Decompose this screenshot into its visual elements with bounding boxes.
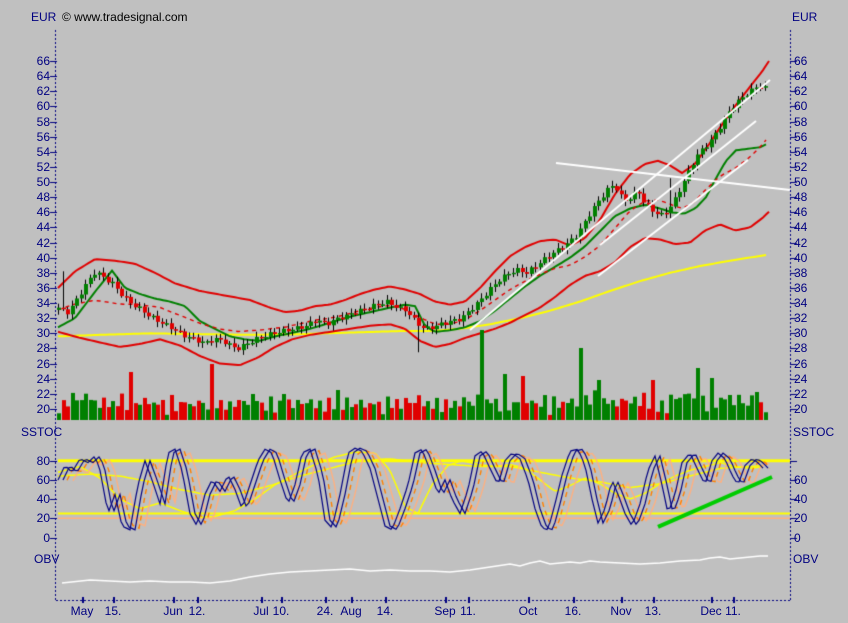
sstoc-tick-label-left: 40 <box>20 493 50 505</box>
price-tick-label-right: 44 <box>794 221 807 233</box>
price-tick-label-left: 60 <box>20 100 50 112</box>
price-tick-label-right: 46 <box>794 206 807 218</box>
price-tick-label-left: 32 <box>20 312 50 324</box>
price-tick-label-left: 44 <box>20 221 50 233</box>
date-tick-label: Sep <box>434 605 455 617</box>
sstoc-panel-label-left: SSTOC <box>21 426 62 438</box>
obv-panel-label-right: OBV <box>793 553 818 565</box>
price-tick-label-right: 24 <box>794 373 807 385</box>
price-tick-label-right: 54 <box>794 146 807 158</box>
price-tick-label-left: 30 <box>20 327 50 339</box>
price-tick-label-left: 42 <box>20 237 50 249</box>
price-tick-label-left: 46 <box>20 206 50 218</box>
currency-label-left: EUR <box>31 11 56 23</box>
date-tick-label: 10. <box>273 605 290 617</box>
price-tick-label-right: 26 <box>794 358 807 370</box>
date-tick-label: 13. <box>645 605 662 617</box>
date-tick-label: 11. <box>725 605 741 617</box>
date-tick-label: Jun <box>163 605 182 617</box>
date-tick-label: Nov <box>610 605 631 617</box>
price-tick-label-right: 48 <box>794 191 807 203</box>
price-tick-label-right: 40 <box>794 252 807 264</box>
date-tick-label: Jul <box>253 605 268 617</box>
sstoc-tick-label-left: 80 <box>20 455 50 467</box>
price-tick-label-right: 56 <box>794 131 807 143</box>
price-tick-label-right: 22 <box>794 388 807 400</box>
sstoc-tick-label-left: 60 <box>20 474 50 486</box>
date-tick-label: Aug <box>340 605 361 617</box>
date-tick-label: 12. <box>189 605 206 617</box>
price-tick-label-left: 64 <box>20 70 50 82</box>
price-tick-label-right: 52 <box>794 161 807 173</box>
price-tick-label-left: 28 <box>20 342 50 354</box>
price-tick-label-left: 20 <box>20 403 50 415</box>
sstoc-tick-label-right: 60 <box>794 474 807 486</box>
obv-panel-label-left: OBV <box>34 553 59 565</box>
sstoc-tick-label-right: 20 <box>794 512 807 524</box>
price-tick-label-left: 24 <box>20 373 50 385</box>
price-tick-label-right: 20 <box>794 403 807 415</box>
price-tick-label-right: 50 <box>794 176 807 188</box>
date-tick-label: 15. <box>105 605 122 617</box>
sstoc-panel-label-right: SSTOC <box>793 426 834 438</box>
trading-chart-window: EUR © www.tradesignal.com EUR SSTOC SSTO… <box>0 0 848 623</box>
sstoc-tick-label-right: 40 <box>794 493 807 505</box>
price-tick-label-right: 64 <box>794 70 807 82</box>
price-tick-label-left: 48 <box>20 191 50 203</box>
price-tick-label-right: 58 <box>794 116 807 128</box>
sstoc-tick-label-left: 0 <box>20 532 50 544</box>
price-tick-label-right: 60 <box>794 100 807 112</box>
price-tick-label-left: 66 <box>20 55 50 67</box>
price-tick-label-right: 28 <box>794 342 807 354</box>
price-tick-label-left: 26 <box>20 358 50 370</box>
price-tick-label-right: 34 <box>794 297 807 309</box>
date-tick-label: Oct <box>519 605 538 617</box>
sstoc-tick-label-left: 20 <box>20 512 50 524</box>
date-tick-label: 14. <box>377 605 394 617</box>
price-tick-label-right: 66 <box>794 55 807 67</box>
price-tick-label-left: 50 <box>20 176 50 188</box>
price-tick-label-left: 62 <box>20 85 50 97</box>
price-tick-label-left: 40 <box>20 252 50 264</box>
copyright-label: © www.tradesignal.com <box>62 11 188 23</box>
sstoc-tick-label-right: 0 <box>794 532 801 544</box>
price-tick-label-right: 36 <box>794 282 807 294</box>
date-tick-label: 16. <box>565 605 582 617</box>
price-tick-label-left: 58 <box>20 116 50 128</box>
price-tick-label-right: 38 <box>794 267 807 279</box>
date-tick-label: May <box>71 605 94 617</box>
currency-label-right: EUR <box>792 11 817 23</box>
price-tick-label-right: 30 <box>794 327 807 339</box>
chart-canvas <box>0 0 848 623</box>
price-tick-label-right: 32 <box>794 312 807 324</box>
price-tick-label-right: 62 <box>794 85 807 97</box>
price-tick-label-right: 42 <box>794 237 807 249</box>
price-tick-label-left: 34 <box>20 297 50 309</box>
price-tick-label-left: 22 <box>20 388 50 400</box>
price-tick-label-left: 36 <box>20 282 50 294</box>
price-tick-label-left: 52 <box>20 161 50 173</box>
price-tick-label-left: 54 <box>20 146 50 158</box>
price-tick-label-left: 38 <box>20 267 50 279</box>
price-tick-label-left: 56 <box>20 131 50 143</box>
date-tick-label: Dec <box>700 605 721 617</box>
date-tick-label: 24. <box>317 605 334 617</box>
date-tick-label: 11. <box>460 605 476 617</box>
